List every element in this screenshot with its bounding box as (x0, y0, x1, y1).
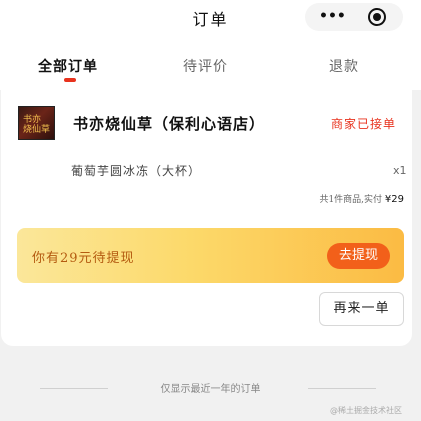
order-total-price: ¥29 (384, 194, 404, 205)
reorder-button[interactable]: 再来一单 (319, 292, 404, 326)
item-quantity: x1 (393, 164, 407, 177)
order-status: 商家已接单 (331, 117, 397, 131)
shop-name[interactable]: 书亦烧仙草（保利心语店） (73, 113, 265, 134)
tab-pending-review[interactable]: 待评价 (183, 56, 228, 76)
shop-logo: 书亦 烧仙草 (18, 106, 55, 140)
navigation-bar: 订单 ••• (0, 0, 421, 38)
tab-all-orders[interactable]: 全部订单 (38, 56, 98, 76)
mini-program-capsule: ••• (305, 3, 403, 31)
footer-note: 仅显示最近一年的订单 (160, 384, 261, 395)
promo-text: 你有29元待提现 (32, 251, 135, 266)
item-name: 葡萄芋圆冰冻（大杯） (71, 164, 202, 178)
tab-refund[interactable]: 退款 (329, 56, 359, 76)
withdraw-promo-banner[interactable]: 你有29元待提现 去提现 (17, 228, 404, 283)
shop-logo-text: 书亦 烧仙草 (23, 115, 51, 135)
withdraw-button[interactable]: 去提现 (327, 243, 390, 269)
order-tabs: 全部订单 待评价 退款 (0, 38, 421, 90)
record-circle-icon[interactable] (368, 8, 386, 26)
summary-prefix: 共1件商品,实付 (319, 195, 383, 205)
watermark: @稀土掘金技术社区 (330, 406, 402, 415)
more-icon[interactable]: ••• (319, 9, 346, 23)
order-summary: 共1件商品,实付 ¥29 (261, 192, 404, 205)
order-card[interactable]: 书亦 烧仙草 书亦烧仙草（保利心语店） 商家已接单 葡萄芋圆冰冻（大杯） x1 … (1, 90, 412, 346)
active-tab-indicator (64, 78, 76, 82)
